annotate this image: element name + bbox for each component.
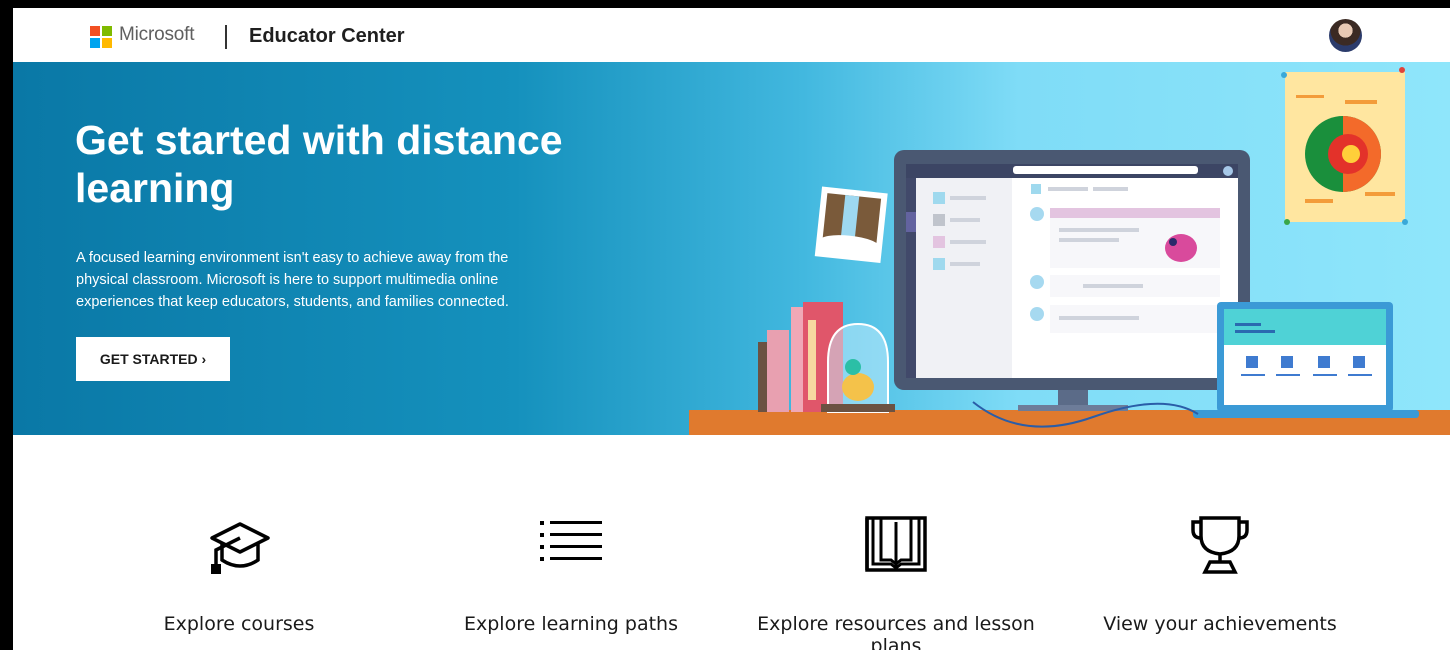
get-started-button[interactable]: GET STARTED › <box>76 337 230 381</box>
tile-label-achievements[interactable]: View your achievements <box>1070 613 1370 635</box>
trophy-icon <box>1191 516 1249 574</box>
book-icon <box>865 516 927 572</box>
page-frame: Microsoft Educator Center Get started wi… <box>13 8 1450 650</box>
tile-label-learning-paths[interactable]: Explore learning paths <box>421 613 721 635</box>
site-title-link[interactable]: Educator Center <box>249 25 405 48</box>
list-icon <box>540 521 602 561</box>
tile-label-courses[interactable]: Explore courses <box>89 613 389 635</box>
tile-label-resources[interactable]: Explore resources and lesson plans <box>746 613 1046 650</box>
microsoft-brand-link[interactable]: Microsoft <box>119 24 194 46</box>
hero-description: A focused learning environment isn't eas… <box>76 250 509 310</box>
header-divider <box>225 25 227 49</box>
user-avatar-icon[interactable] <box>1329 19 1362 52</box>
hero-banner: Get started with distance learning A foc… <box>13 62 1450 435</box>
hero-title: Get started with distance learning <box>75 117 563 211</box>
microsoft-logo-icon[interactable] <box>90 26 112 48</box>
graduation-cap-icon <box>210 522 270 574</box>
site-header: Microsoft Educator Center <box>13 8 1450 62</box>
